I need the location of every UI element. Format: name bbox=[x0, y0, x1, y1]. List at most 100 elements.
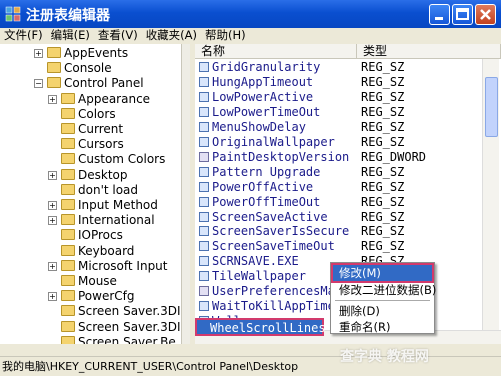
value-row[interactable]: MenuShowDelay REG_SZ bbox=[195, 120, 501, 134]
value-name: LowPowerTimeOut bbox=[212, 104, 321, 119]
value-type: REG_SZ bbox=[361, 209, 405, 224]
registry-editor-icon bbox=[5, 6, 21, 22]
tree-item[interactable]: IOProcs bbox=[48, 228, 123, 243]
tree-item[interactable]: + AppEvents bbox=[34, 46, 128, 61]
value-row[interactable]: ScreenSaveTimeOut REG_SZ bbox=[195, 239, 501, 253]
value-name: PowerOffTimeOut bbox=[212, 194, 321, 209]
tree-item[interactable]: Screen Saver.3DI bbox=[48, 304, 181, 319]
tree-item[interactable]: don't load bbox=[48, 183, 138, 198]
expand-icon[interactable]: + bbox=[48, 216, 57, 226]
column-header-name[interactable]: 名称 bbox=[195, 44, 357, 59]
menu-help[interactable]: 帮助(H) bbox=[201, 28, 250, 43]
tree-item[interactable]: Mouse bbox=[48, 274, 117, 289]
tree-item[interactable]: + Input Method bbox=[48, 198, 158, 213]
tree-item-label: Microsoft Input bbox=[78, 258, 168, 273]
tree-item-label: Appearance bbox=[78, 91, 151, 106]
folder-icon bbox=[47, 77, 61, 89]
value-row[interactable]: OriginalWallpaper REG_SZ bbox=[195, 135, 501, 149]
value-row[interactable]: ScreenSaveActive REG_SZ bbox=[195, 210, 501, 224]
menu-view[interactable]: 查看(V) bbox=[94, 28, 142, 43]
value-name: HungAppTimeout bbox=[212, 74, 314, 89]
value-row[interactable]: LowPowerTimeOut REG_SZ bbox=[195, 105, 501, 119]
expand-icon[interactable]: + bbox=[48, 201, 57, 210]
expand-icon[interactable]: + bbox=[48, 261, 57, 271]
context-menu-delete[interactable]: 删除(D) bbox=[333, 303, 432, 319]
value-row[interactable]: LowPowerActive REG_SZ bbox=[195, 90, 501, 104]
tree-item[interactable]: Screen Saver.Be bbox=[48, 335, 176, 344]
close-button[interactable] bbox=[475, 4, 496, 25]
expand-icon[interactable]: + bbox=[48, 94, 57, 104]
value-type: REG_SZ bbox=[361, 194, 405, 209]
tree-item-label: PowerCfg bbox=[78, 289, 135, 304]
folder-icon bbox=[61, 214, 75, 226]
scrollbar-thumb[interactable] bbox=[485, 77, 498, 137]
folder-icon bbox=[61, 290, 75, 302]
tree-item[interactable]: Custom Colors bbox=[48, 152, 165, 167]
value-row[interactable]: PowerOffActive REG_SZ bbox=[195, 180, 501, 194]
menu-favorites[interactable]: 收藏夹(A) bbox=[142, 28, 201, 43]
string-value-icon bbox=[199, 91, 209, 102]
string-value-icon bbox=[199, 62, 209, 72]
tree-item[interactable]: Console bbox=[34, 61, 112, 76]
string-value-icon bbox=[199, 136, 209, 147]
value-name: GridGranularity bbox=[212, 60, 321, 74]
value-row[interactable]: ScreenSaverIsSecure REG_SZ bbox=[195, 224, 501, 238]
tree-item[interactable]: Screen Saver.3DI bbox=[48, 320, 181, 335]
tree-item[interactable]: + Desktop bbox=[48, 168, 128, 183]
tree-item[interactable]: + Microsoft Input bbox=[48, 259, 168, 274]
string-value-icon bbox=[199, 166, 209, 177]
expand-icon[interactable]: + bbox=[48, 292, 57, 302]
context-menu-rename[interactable]: 重命名(R) bbox=[333, 319, 432, 335]
tree-item[interactable]: Current bbox=[48, 122, 123, 137]
folder-icon bbox=[61, 107, 75, 119]
tree-item-label: AppEvents bbox=[64, 46, 129, 60]
tree-item[interactable]: + Appearance bbox=[48, 92, 150, 107]
menu-file[interactable]: 文件(F) bbox=[0, 28, 47, 43]
tree-item-label: Desktop bbox=[78, 167, 128, 182]
context-menu-modify[interactable]: 修改(M) bbox=[331, 263, 434, 283]
tree-item-label: Mouse bbox=[78, 274, 117, 288]
value-type: REG_SZ bbox=[361, 104, 405, 119]
tree-item[interactable]: Cursors bbox=[48, 137, 124, 152]
tree-item[interactable]: + PowerCfg bbox=[48, 289, 135, 304]
folder-icon bbox=[61, 275, 75, 286]
value-type: REG_SZ bbox=[361, 89, 405, 104]
tree-item-label: Cursors bbox=[78, 137, 124, 152]
collapse-icon[interactable]: − bbox=[34, 79, 43, 89]
binary-value-icon bbox=[199, 151, 209, 162]
tree-item[interactable]: Keyboard bbox=[48, 244, 134, 259]
tree-item[interactable]: + International bbox=[48, 213, 155, 228]
selected-value-row[interactable]: WheelScrollLines bbox=[195, 318, 326, 336]
string-value-icon bbox=[199, 76, 209, 87]
tree-item[interactable]: − Control Panel bbox=[34, 76, 144, 91]
value-row[interactable]: PowerOffTimeOut REG_SZ bbox=[195, 195, 501, 209]
folder-icon bbox=[61, 92, 75, 104]
value-row[interactable]: HungAppTimeout REG_SZ bbox=[195, 75, 501, 89]
tree-item-label: Colors bbox=[78, 106, 116, 121]
value-list-scrollbar[interactable] bbox=[482, 59, 499, 330]
minimize-button[interactable] bbox=[429, 4, 450, 25]
tree-item-label: Input Method bbox=[78, 198, 158, 212]
tree-item[interactable]: Colors bbox=[48, 107, 116, 122]
value-name: TileWallpaper bbox=[212, 269, 306, 284]
value-row[interactable]: Pattern Upgrade REG_SZ bbox=[195, 165, 501, 179]
column-header-type[interactable]: 类型 bbox=[357, 44, 501, 59]
value-type: REG_SZ bbox=[361, 134, 405, 149]
key-tree: + AppEvents Console − Control Panel + Appearan… bbox=[0, 44, 181, 344]
value-row[interactable]: PaintDesktopVersion REG_DWORD bbox=[195, 150, 501, 164]
value-name: UserPreferencesMa bbox=[212, 284, 335, 299]
maximize-icon bbox=[456, 8, 469, 20]
tree-item-label: Control Panel bbox=[64, 76, 144, 91]
tree-item-label: Current bbox=[78, 122, 124, 136]
maximize-button[interactable] bbox=[452, 4, 473, 25]
folder-icon bbox=[47, 47, 61, 58]
tree-scrollbar[interactable] bbox=[181, 44, 190, 344]
expand-icon[interactable]: + bbox=[48, 170, 57, 180]
title-bar[interactable]: 注册表编辑器 bbox=[0, 0, 501, 28]
menu-edit[interactable]: 编辑(E) bbox=[47, 28, 94, 43]
value-row[interactable]: GridGranularity REG_SZ bbox=[195, 60, 501, 74]
value-name: OriginalWallpaper bbox=[212, 134, 335, 149]
expand-icon[interactable]: + bbox=[34, 49, 43, 58]
context-menu-modify-binary[interactable]: 修改二进位数据(B) bbox=[333, 282, 436, 298]
value-name: WaitToKillAppTime bbox=[212, 299, 335, 314]
